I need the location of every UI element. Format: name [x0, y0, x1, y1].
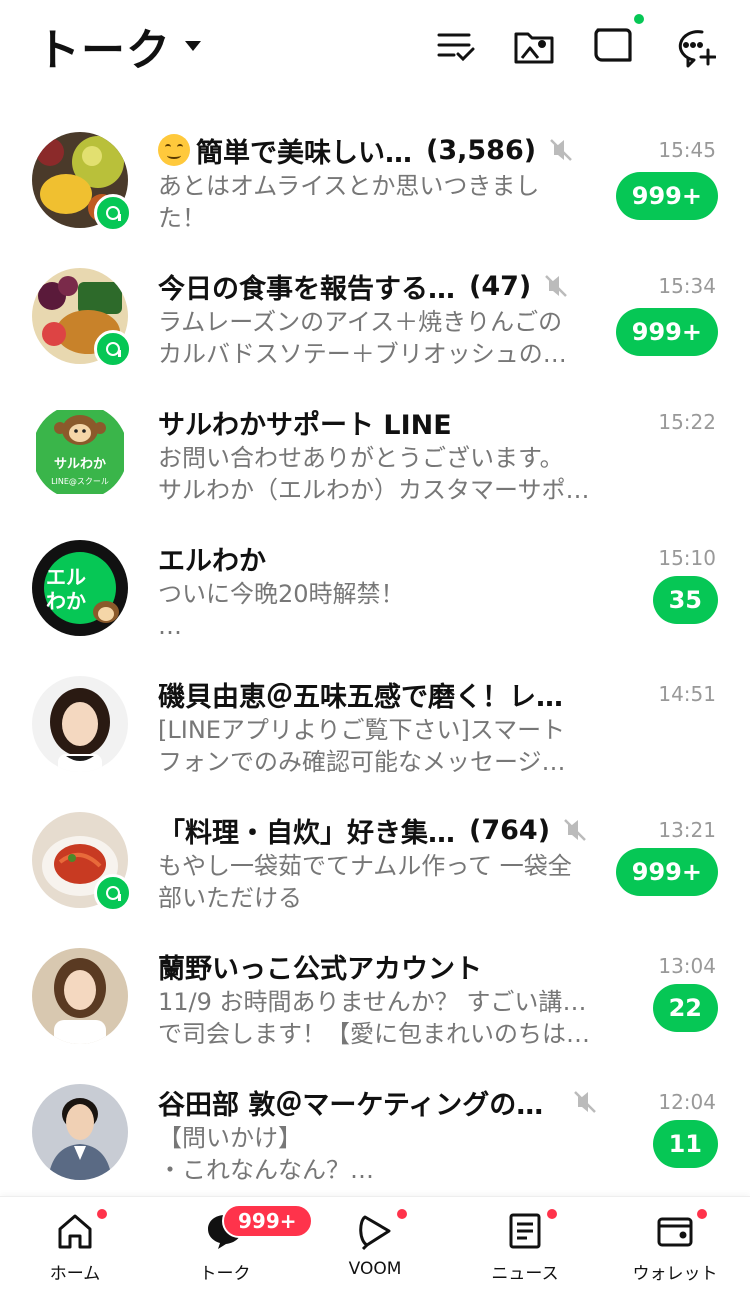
nav-wallet-label: ウォレット: [632, 1264, 718, 1284]
notification-dot: [397, 1209, 407, 1219]
chat-name: 谷田部 敦＠マーケティングの専…: [158, 1089, 560, 1121]
message-preview: ついに今晩20時解禁！ …: [158, 580, 405, 640]
avatar-subtext: LINE@スクール: [51, 477, 109, 486]
timestamp: 15:34: [658, 274, 716, 298]
avatar-text: サルわか: [54, 457, 106, 472]
nav-talk-label: トーク: [199, 1264, 251, 1284]
chat-name: 磯貝由恵＠五味五感で磨く！レ…: [158, 681, 563, 713]
chat-name: 蘭野いっこ公式アカウント: [158, 953, 482, 985]
timestamp: 13:21: [658, 818, 716, 842]
unread-badge: 999+: [615, 172, 718, 220]
avatar: エル わか: [32, 540, 128, 636]
unread-badge: 35: [652, 576, 718, 624]
notification-dot: [634, 14, 644, 24]
play-icon: [359, 1215, 391, 1251]
unread-badge: 999+: [615, 308, 718, 356]
member-count: (764): [469, 814, 551, 846]
edit-list-icon[interactable]: [434, 24, 478, 68]
avatar-text: エル: [46, 565, 86, 589]
nav-voom[interactable]: VOOM: [315, 1209, 435, 1279]
chat-name: 簡単で美味しい…: [196, 137, 412, 169]
nav-voom-label: VOOM: [348, 1259, 402, 1279]
timestamp: 14:51: [658, 682, 716, 706]
nav-wallet[interactable]: ウォレット: [615, 1209, 735, 1284]
square-chat-icon[interactable]: [590, 24, 634, 68]
unread-badge: 11: [652, 1120, 718, 1168]
chat-row[interactable]: 今日の食事を報告する… (47) ラムレーズンのアイス＋焼きりんごの カルバドス…: [0, 248, 750, 384]
mute-icon: [545, 275, 568, 297]
message-preview: ラムレーズンのアイス＋焼きりんごの カルバドスソテー＋ブリオッシュの…: [158, 308, 567, 368]
open-chat-badge: [94, 330, 132, 368]
unread-badge: 999+: [615, 848, 718, 896]
chat-row[interactable]: 「料理・自炊」好き集… (764) もやし一袋茹でてナムル作って 一袋全 部いた…: [0, 792, 750, 928]
chat-row[interactable]: エル わか エルわか ついに今晩20時解禁！ … 15:10 35: [0, 520, 750, 656]
home-icon: [58, 1214, 92, 1249]
avatar: [32, 948, 128, 1044]
notification-dot: [547, 1209, 557, 1219]
avatar-subtext: わか: [46, 589, 86, 613]
member-count: (47): [469, 270, 532, 302]
avatar: [32, 1084, 128, 1180]
bottom-nav: ホーム トーク VOOM ニュース ウォレット: [0, 1196, 750, 1294]
message-preview: 11/9 お時間ありませんか？ すごい講演会 で司会します！【愛に包まれいのちは…: [158, 988, 598, 1048]
chat-row[interactable]: サルわか LINE@スクール サルわかサポート LINE お問い合わせありがとう…: [0, 384, 750, 520]
header: トーク: [0, 0, 750, 92]
add-chat-icon[interactable]: [672, 24, 717, 68]
mute-icon: [564, 819, 586, 841]
unread-badge: 22: [652, 984, 718, 1032]
timestamp: 15:45: [658, 138, 716, 162]
message-preview: あとはオムライスとか思いつきまし た！: [158, 172, 540, 232]
message-preview: [LINEアプリよりご覧下さい]スマート フォンでのみ確認可能なメッセージ…: [158, 716, 566, 776]
nav-home-label: ホーム: [49, 1264, 101, 1284]
message-preview: お問い合わせありがとうございます。 サルわか（エルわか）カスタマーサポ…: [158, 444, 590, 504]
caret-down-icon: [185, 41, 201, 51]
member-count: (3,586): [426, 134, 537, 166]
message-preview: 【問いかけ】 ・これなんなん？…: [158, 1124, 374, 1184]
timestamp: 13:04: [658, 954, 716, 978]
avatar: [32, 676, 128, 772]
open-chat-badge: [94, 874, 132, 912]
avatar: サルわか LINE@スクール: [32, 404, 128, 500]
mute-icon: [550, 139, 572, 161]
chat-row[interactable]: 蘭野いっこ公式アカウント 11/9 お時間ありませんか？ すごい講演会 で司会し…: [0, 928, 750, 1064]
chat-name: 今日の食事を報告する…: [158, 273, 455, 305]
chat-list: 簡単で美味しい… (3,586) あとはオムライスとか思いつきまし た！ 15:…: [0, 112, 750, 1200]
timestamp: 12:04: [658, 1090, 716, 1114]
chat-row[interactable]: 谷田部 敦＠マーケティングの専… 【問いかけ】 ・これなんなん？… 12:04 …: [0, 1064, 750, 1200]
timestamp: 15:22: [658, 410, 716, 434]
notification-dot: [697, 1209, 707, 1219]
message-preview: もやし一袋茹でてナムル作って 一袋全 部いただける: [158, 852, 572, 912]
mute-icon: [574, 1091, 596, 1113]
notification-dot: [97, 1209, 107, 1219]
smiling-face-icon: [158, 134, 190, 166]
chat-name: サルわかサポート LINE: [158, 409, 452, 441]
title-dropdown[interactable]: トーク: [36, 14, 201, 78]
chat-name: 「料理・自炊」好き集…: [158, 817, 455, 849]
talk-unread-badge: 999+: [222, 1204, 313, 1238]
nav-news-label: ニュース: [491, 1264, 559, 1284]
timestamp: 15:10: [658, 546, 716, 570]
chat-row[interactable]: 磯貝由恵＠五味五感で磨く！レ… [LINEアプリよりご覧下さい]スマート フォン…: [0, 656, 750, 792]
page-title: トーク: [36, 25, 171, 76]
news-icon: [509, 1213, 541, 1249]
chat-row[interactable]: 簡単で美味しい… (3,586) あとはオムライスとか思いつきまし た！ 15:…: [0, 112, 750, 248]
nav-home[interactable]: ホーム: [15, 1209, 135, 1284]
open-chat-badge: [94, 194, 132, 232]
wallet-icon: [657, 1217, 693, 1247]
chat-name: エルわか: [158, 545, 266, 577]
nav-news[interactable]: ニュース: [465, 1209, 585, 1284]
folder-image-icon[interactable]: [512, 24, 556, 68]
